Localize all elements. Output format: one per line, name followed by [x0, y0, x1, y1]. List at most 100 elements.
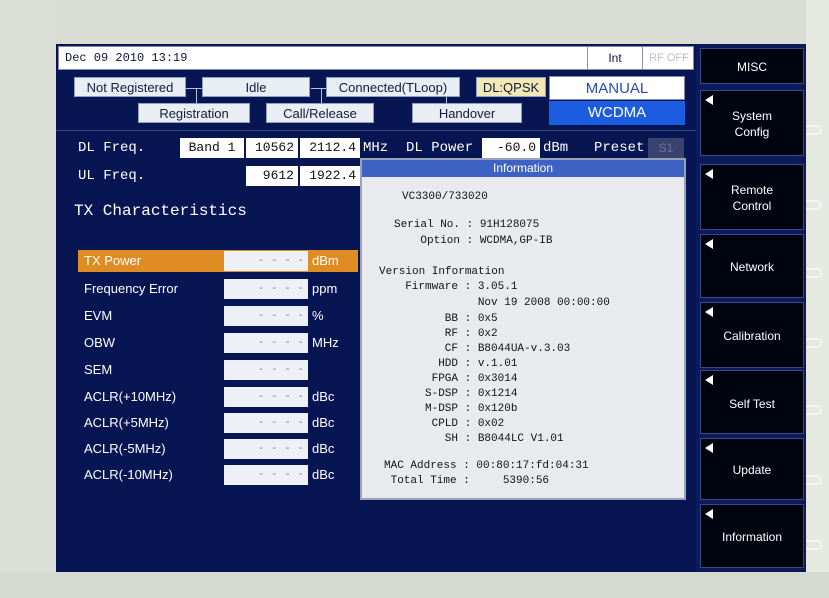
- tx-row-tx-power[interactable]: TX Power - - - - dBm: [78, 250, 358, 272]
- model-text: VC3300/733020: [402, 191, 488, 203]
- tx-row-unit: MHz: [312, 335, 339, 350]
- tx-row-name: OBW: [84, 335, 116, 350]
- cpld-text: CPLD : 0x02: [392, 418, 505, 430]
- softkey-label: Self Test: [729, 397, 775, 411]
- information-softkey[interactable]: Information: [700, 504, 804, 568]
- firmware-date-text: Nov 19 2008 00:00:00: [392, 297, 610, 309]
- softkey-label: Config: [734, 125, 770, 139]
- information-dialog: Information VC3300/733020 Serial No. : 9…: [360, 158, 686, 500]
- dl-power-field[interactable]: -60.0: [482, 138, 540, 158]
- datetime: Dec 09 2010 13:19: [65, 51, 188, 65]
- dialog-title: Information: [362, 160, 684, 177]
- softkey-label: MISC: [737, 60, 767, 74]
- dialog-body: VC3300/733020 Serial No. : 91H128075 Opt…: [362, 177, 684, 498]
- softkey-label: Remote: [730, 183, 774, 197]
- tx-row-name: ACLR(-5MHz): [84, 441, 166, 456]
- tx-row-unit: ppm: [312, 281, 338, 296]
- tx-row-value: - - - -: [224, 439, 308, 459]
- ul-mhz-field[interactable]: 1922.4: [300, 166, 360, 186]
- tx-row-unit: dBc: [312, 441, 335, 456]
- device-bezel-left: [0, 0, 56, 598]
- tx-characteristics-title: TX Characteristics: [74, 202, 247, 220]
- device-bezel-bottom: [0, 572, 829, 598]
- softkey-label: Information: [721, 530, 783, 544]
- bb-text: BB : 0x5: [392, 313, 498, 325]
- int-indicator: Int: [587, 47, 642, 69]
- ul-channel-field[interactable]: 9612: [246, 166, 298, 186]
- band-field[interactable]: Band 1: [180, 138, 244, 158]
- registration-button[interactable]: Registration: [138, 103, 250, 123]
- dl-power-label: DL Power: [406, 140, 474, 156]
- tx-row-value: - - - -: [224, 279, 308, 299]
- mac-address-text: MAC Address : 00:80:17:fd:04:31: [384, 460, 589, 472]
- tx-row-aclr-minus5[interactable]: ACLR(-5MHz) - - - - dBc: [78, 438, 358, 460]
- version-heading: Version Information: [379, 266, 505, 278]
- preset-label: Preset: [594, 140, 645, 156]
- arrow-left-icon: [705, 443, 713, 453]
- network-softkey[interactable]: Network: [700, 234, 804, 298]
- call-status-panel: Not Registered Idle Connected(TLoop) DL:…: [56, 70, 696, 132]
- fpga-text: FPGA : 0x3014: [392, 373, 518, 385]
- status-connected: Connected(TLoop): [326, 77, 460, 97]
- tx-row-name: SEM: [84, 362, 113, 377]
- tx-row-evm[interactable]: EVM - - - - %: [78, 305, 358, 327]
- arrow-left-icon: [705, 509, 713, 519]
- tx-row-value: - - - -: [224, 251, 308, 271]
- call-release-button[interactable]: Call/Release: [266, 103, 374, 123]
- tx-row-unit: dBc: [312, 415, 335, 430]
- rf-text: RF : 0x2: [392, 328, 498, 340]
- rf-off-indicator: RF OFF: [642, 47, 695, 69]
- instrument-screen: Dec 09 2010 13:19 Int RF OFF Not Registe…: [56, 44, 806, 572]
- dl-channel-field[interactable]: 10562: [246, 138, 298, 158]
- tx-row-value: - - - -: [224, 333, 308, 353]
- calibration-softkey[interactable]: Calibration: [700, 302, 804, 368]
- status-idle: Idle: [202, 77, 310, 97]
- dl-mhz-unit: MHz: [363, 140, 389, 156]
- update-softkey[interactable]: Update: [700, 438, 804, 500]
- self-test-softkey[interactable]: Self Test: [700, 370, 804, 434]
- tx-row-aclr-plus5[interactable]: ACLR(+5MHz) - - - - dBc: [78, 412, 358, 434]
- tx-row-value: - - - -: [224, 360, 308, 380]
- tx-row-unit: %: [312, 308, 324, 323]
- softkey-label: Control: [732, 199, 772, 213]
- tx-row-name: TX Power: [84, 253, 142, 268]
- preset-field[interactable]: S1: [648, 138, 684, 158]
- tx-row-aclr-minus10[interactable]: ACLR(-10MHz) - - - - dBc: [78, 464, 358, 486]
- firmware-text: Firmware : 3.05.1: [392, 281, 518, 293]
- dl-mhz-field[interactable]: 2112.4: [300, 138, 360, 158]
- tx-row-frequency-error[interactable]: Frequency Error - - - - ppm: [78, 278, 358, 300]
- tx-row-sem[interactable]: SEM - - - -: [78, 359, 358, 381]
- softkey-panel: MISC System Config Remote Control Networ…: [696, 44, 806, 572]
- tx-row-aclr-plus10[interactable]: ACLR(+10MHz) - - - - dBc: [78, 386, 358, 408]
- arrow-left-icon: [705, 307, 713, 317]
- dl-power-unit: dBm: [543, 140, 569, 156]
- tx-row-name: ACLR(+10MHz): [84, 389, 177, 404]
- ul-freq-label: UL Freq.: [78, 168, 146, 184]
- tx-row-name: ACLR(-10MHz): [84, 467, 173, 482]
- header-bar: Dec 09 2010 13:19 Int RF OFF: [58, 46, 694, 70]
- tx-row-name: EVM: [84, 308, 113, 323]
- tx-row-obw[interactable]: OBW - - - - MHz: [78, 332, 358, 354]
- dl-modulation-badge: DL:QPSK: [476, 77, 546, 97]
- sh-text: SH : B8044LC V1.01: [392, 433, 564, 445]
- arrow-left-icon: [705, 95, 713, 105]
- handover-button[interactable]: Handover: [412, 103, 522, 123]
- tx-row-value: - - - -: [224, 306, 308, 326]
- misc-softkey[interactable]: MISC: [700, 48, 804, 84]
- mode-manual: MANUAL: [549, 76, 685, 100]
- softkey-label: Update: [732, 463, 772, 477]
- remote-control-softkey[interactable]: Remote Control: [700, 164, 804, 230]
- softkey-label: System: [731, 109, 772, 123]
- tx-row-value: - - - -: [224, 413, 308, 433]
- tx-row-value: - - - -: [224, 465, 308, 485]
- system-config-softkey[interactable]: System Config: [700, 90, 804, 156]
- sdsp-text: S-DSP : 0x1214: [392, 388, 518, 400]
- hdd-text: HDD : v.1.01: [392, 358, 518, 370]
- option-text: Option : WCDMA,GP-IB: [394, 235, 553, 247]
- cf-text: CF : B8044UA-v.3.03: [392, 343, 571, 355]
- arrow-left-icon: [705, 239, 713, 249]
- softkey-label: Calibration: [723, 329, 781, 343]
- tx-row-value: - - - -: [224, 387, 308, 407]
- tx-row-name: Frequency Error: [84, 281, 178, 296]
- tx-row-unit: dBc: [312, 389, 335, 404]
